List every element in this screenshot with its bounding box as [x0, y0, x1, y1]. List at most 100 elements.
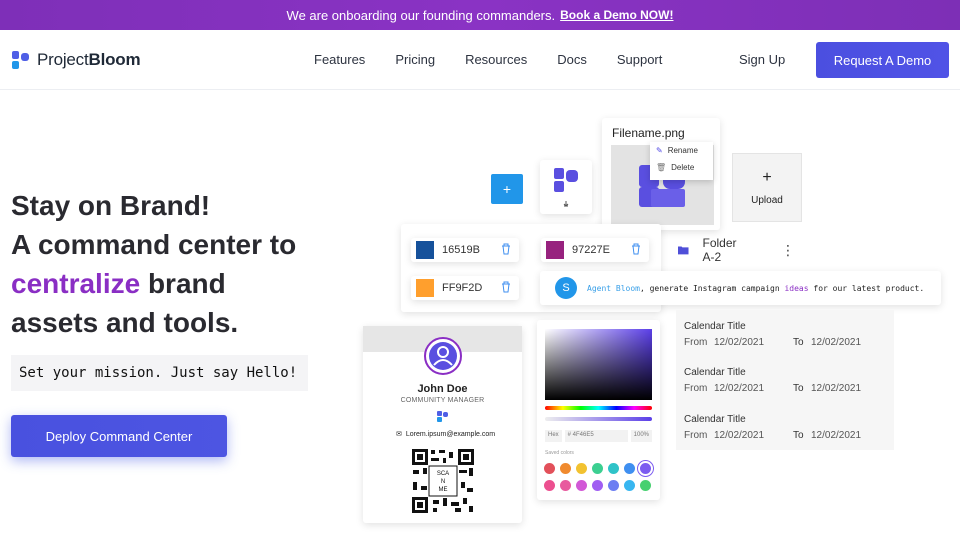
logo-asset-tile[interactable] [540, 160, 592, 214]
contact-role: COMMUNITY MANAGER [400, 397, 485, 404]
menu-item-rename[interactable]: ✎ Rename [650, 142, 713, 159]
calendar-range: From 12/02/2021 To 12/02/2021 [684, 337, 861, 348]
calendar-entry[interactable]: Calendar Title From 12/02/2021 To 12/02/202… [684, 414, 861, 441]
swatch-item[interactable]: 97227E [541, 238, 649, 262]
qr-scan-label: N [441, 479, 445, 485]
from-label: From [684, 337, 708, 348]
swatch-hex: 16519B [442, 244, 480, 256]
saved-color-dot[interactable] [608, 480, 619, 491]
qr-scan-label: ME [439, 487, 448, 493]
hero-line-2: A command center to [11, 229, 297, 260]
swatch-hex: FF9F2D [442, 282, 483, 294]
brand-name-bold: Bloom [88, 50, 141, 69]
to-date: 12/02/2021 [811, 337, 862, 348]
from-date: 12/02/2021 [714, 337, 765, 348]
swatch-hex: 97227E [572, 244, 610, 256]
file-name: Filename.png [612, 126, 685, 140]
hero-line-3-rest: brand [140, 268, 226, 299]
hex-input[interactable]: # 4F46E5 [564, 430, 628, 442]
swatch-chip [416, 241, 434, 259]
swatch-chip [546, 241, 564, 259]
brand-logo[interactable]: ProjectBloom [11, 50, 141, 70]
nav-item-support[interactable]: Support [617, 52, 663, 67]
bloom-logo-icon [12, 51, 29, 69]
menu-item-delete[interactable]: 🗑 Delete [650, 159, 713, 176]
prompt-part-a: , generate Instagram campaign [639, 283, 785, 293]
request-demo-button[interactable]: Request A Demo [816, 42, 949, 78]
saved-color-dot[interactable] [544, 463, 555, 474]
hero-line-3: centralize brand [11, 264, 331, 303]
color-picker: Hex # 4F46E5 100% Saved colors [537, 320, 660, 500]
saved-color-dot[interactable] [576, 480, 587, 491]
saved-color-dot[interactable] [640, 463, 651, 474]
user-avatar: S [555, 277, 577, 299]
trash-icon[interactable] [631, 243, 641, 255]
delete-label: Delete [671, 163, 695, 172]
user-avatar-icon [424, 337, 462, 375]
saved-color-dot[interactable] [624, 463, 635, 474]
agent-prompt-text: Agent Bloom, generate Instagram campaign… [587, 284, 924, 293]
brand-name: ProjectBloom [37, 50, 141, 70]
saved-color-dot[interactable] [640, 480, 651, 491]
alpha-input[interactable]: 100% [630, 430, 652, 442]
add-asset-button[interactable]: + [491, 174, 523, 204]
sign-up-link[interactable]: Sign Up [739, 52, 785, 67]
swatch-item[interactable]: 16519B [411, 238, 519, 262]
book-demo-link[interactable]: Book a Demo NOW! [560, 8, 673, 22]
saved-color-dot[interactable] [576, 463, 587, 474]
hero-line-4: assets and tools. [11, 307, 239, 338]
file-context-menu: ✎ Rename 🗑 Delete [650, 142, 713, 180]
prompt-highlight: ideas [784, 283, 809, 293]
hue-slider[interactable] [545, 406, 652, 410]
color-value-row: Hex # 4F46E5 100% [545, 430, 652, 442]
saved-color-dot[interactable] [608, 463, 619, 474]
nav-item-features[interactable]: Features [314, 52, 365, 67]
agent-prompt-card: S Agent Bloom, generate Instagram campai… [540, 271, 941, 305]
saved-color-dot[interactable] [544, 480, 555, 491]
more-options-icon[interactable]: ⋮ [781, 242, 795, 259]
saturation-area[interactable] [545, 329, 652, 400]
to-date: 12/02/2021 [811, 383, 862, 394]
nav-item-pricing[interactable]: Pricing [395, 52, 435, 67]
from-label: From [684, 430, 708, 441]
calendar-title: Calendar Title [684, 414, 746, 425]
swatch-item[interactable]: FF9F2D [411, 276, 519, 300]
saved-color-dot[interactable] [560, 463, 571, 474]
pencil-icon: ✎ [656, 146, 663, 155]
saved-color-dot[interactable] [592, 463, 603, 474]
rename-label: Rename [667, 146, 698, 155]
to-label: To [793, 430, 804, 441]
folder-name: Folder A-2 [702, 236, 737, 264]
saved-color-dot[interactable] [624, 480, 635, 491]
alpha-slider[interactable] [545, 417, 652, 421]
mode-select[interactable]: Hex [545, 430, 562, 442]
upload-tile[interactable]: + Upload [732, 153, 802, 222]
calendar-entry[interactable]: Calendar Title From 12/02/2021 To 12/02/202… [684, 321, 861, 348]
hero-accent-word: centralize [11, 268, 141, 299]
announcement-bar: We are onboarding our founding commander… [0, 0, 960, 30]
trash-icon[interactable] [501, 243, 511, 255]
hero-line-1: Stay on Brand! [11, 190, 211, 221]
agent-name: Agent Bloom [587, 283, 640, 293]
saved-color-dot[interactable] [560, 480, 571, 491]
deploy-command-center-button[interactable]: Deploy Command Center [11, 415, 227, 457]
calendar-title: Calendar Title [684, 367, 746, 378]
qr-scan-label: SCA [437, 471, 449, 477]
contact-email: ✉ Lorem.ipsum@example.com [396, 430, 495, 439]
bloom-logo-icon [554, 168, 578, 207]
folder-icon [678, 246, 689, 255]
folder-item[interactable]: Folder A-2 ⋮ [670, 236, 795, 264]
calendar-range: From 12/02/2021 To 12/02/2021 [684, 383, 861, 394]
saved-colors-label: Saved colors [545, 450, 574, 456]
trash-icon[interactable] [501, 281, 511, 293]
contact-card: John Doe COMMUNITY MANAGER ✉ Lorem.ipsum… [363, 326, 522, 523]
nav-item-resources[interactable]: Resources [465, 52, 527, 67]
brand-name-light: Project [37, 50, 89, 69]
calendar-entry[interactable]: Calendar Title From 12/02/2021 To 12/02/202… [684, 367, 861, 394]
nav-item-docs[interactable]: Docs [557, 52, 587, 67]
trash-icon: 🗑 [656, 163, 667, 172]
qr-code: SCA N ME [411, 448, 475, 514]
announcement-text: We are onboarding our founding commander… [286, 7, 556, 23]
saved-color-dot[interactable] [592, 480, 603, 491]
hero-heading: Stay on Brand! A command center to centr… [11, 186, 331, 342]
